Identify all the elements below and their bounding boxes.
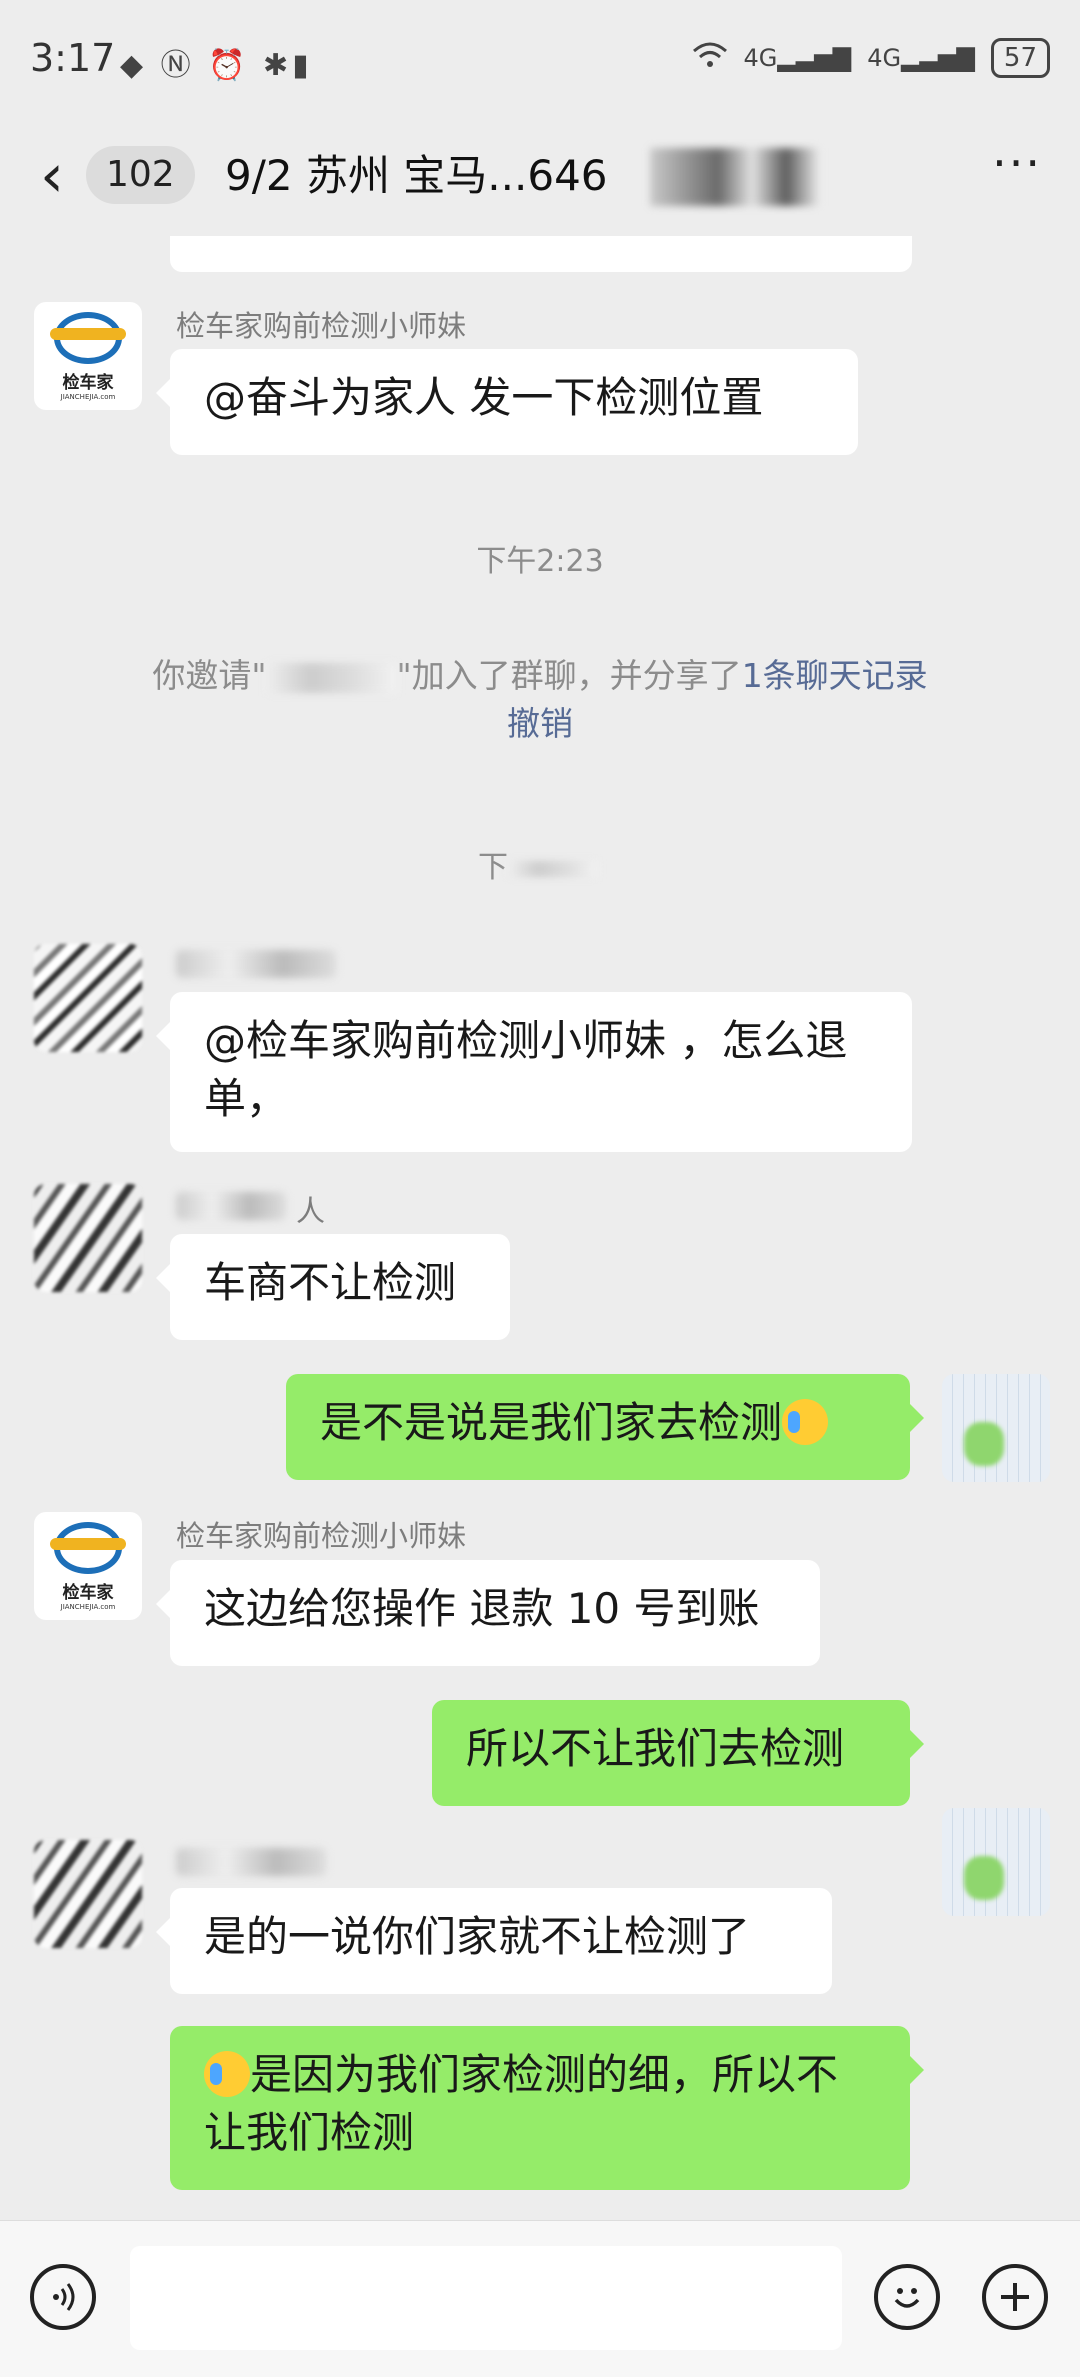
logo-mark-icon <box>50 311 126 364</box>
message-bubble[interactable]: 这边给您操作 退款 10 号到账 <box>156 1560 820 1666</box>
logo-brand: 检车家 <box>62 1582 114 1603</box>
status-time: 3:17 <box>30 36 116 80</box>
avatar-blurred[interactable] <box>34 1184 142 1292</box>
cutoff-message-bubble[interactable] <box>170 236 912 272</box>
system-message: 你邀请" "加入了群聊，并分享了1条聊天记录 撤销 <box>70 652 1010 748</box>
avatar-blurred[interactable] <box>34 944 142 1052</box>
sender-name-redacted <box>176 1192 286 1220</box>
my-avatar[interactable] <box>942 1808 1050 1916</box>
title-redaction <box>650 148 820 206</box>
timestamp: 下 <box>478 842 598 886</box>
unread-count-badge[interactable]: 102 <box>86 146 195 204</box>
wifi-icon <box>692 41 728 75</box>
system-indicators: 4G▂▃▅▇ 4G▂▃▅▇ 57 <box>692 38 1050 78</box>
message-text: 是因为我们家检测的细，所以不让我们检测 <box>204 2050 839 2157</box>
avatar-jianchejia[interactable]: 检车家 JIANCHEJIA.com <box>34 1512 142 1620</box>
crying-laughing-emoji-icon <box>204 2051 250 2097</box>
sender-name-redacted <box>176 950 336 978</box>
message-bubble[interactable]: @奋斗为家人 发一下检测位置 <box>156 349 858 455</box>
my-message-bubble[interactable]: 是因为我们家检测的细，所以不让我们检测 <box>170 2026 924 2190</box>
crying-laughing-emoji-icon <box>782 1399 829 1445</box>
message-bubble[interactable]: 是的一说你们家就不让检测了 <box>156 1888 832 1994</box>
back-icon[interactable]: ‹ <box>40 146 64 206</box>
sender-name: 检车家购前检测小师妹 <box>176 309 467 343</box>
redacted-time <box>508 860 598 877</box>
my-avatar[interactable] <box>942 1374 1050 1482</box>
sender-name-redacted <box>176 1848 326 1876</box>
message-bubble[interactable]: @检车家购前检测小师妹 ，怎么退单， <box>156 992 912 1152</box>
message-text: 是不是说是我们家去检测 <box>320 1398 783 1447</box>
chat-title: 9/2 苏州 宝马...646 <box>225 151 608 200</box>
timestamp: 下午2:23 <box>476 544 604 579</box>
voice-icon[interactable] <box>30 2264 96 2330</box>
emoji-icon[interactable] <box>874 2264 940 2330</box>
logo-domain: JIANCHEJIA.com <box>60 392 116 401</box>
system-text-before: 你邀请" <box>152 656 267 695</box>
signal-icon-2: 4G▂▃▅▇ <box>867 44 975 72</box>
logo-mark-icon <box>50 1521 126 1574</box>
sender-name-suffix: 人 <box>296 1194 326 1228</box>
signal-icon-1: 4G▂▃▅▇ <box>743 44 852 72</box>
chat-record-link[interactable]: 1条聊天记录 <box>742 656 928 695</box>
logo-brand: 检车家 <box>62 372 114 393</box>
system-text-after: "加入了群聊，并分享了 <box>396 656 742 695</box>
avatar-jianchejia[interactable]: 检车家 JIANCHEJIA.com <box>34 302 142 410</box>
avatar-blurred[interactable] <box>34 1840 142 1948</box>
message-bubble[interactable]: 车商不让检测 <box>156 1234 510 1340</box>
plus-icon[interactable] <box>982 2264 1048 2330</box>
more-icon[interactable]: ··· <box>992 136 1042 190</box>
my-message-bubble[interactable]: 是不是说是我们家去检测 <box>286 1374 924 1480</box>
sender-name: 检车家购前检测小师妹 <box>176 1519 467 1553</box>
redacted-name <box>266 662 397 693</box>
logo-domain: JIANCHEJIA.com <box>60 1602 116 1611</box>
my-message-bubble[interactable]: 所以不让我们去检测 <box>432 1700 924 1806</box>
status-icons: ◆ Ⓝ ⏰ ✱▮ <box>120 48 313 83</box>
message-input[interactable] <box>130 2246 842 2350</box>
battery-icon: 57 <box>990 38 1050 78</box>
revoke-link[interactable]: 撤销 <box>507 704 573 743</box>
